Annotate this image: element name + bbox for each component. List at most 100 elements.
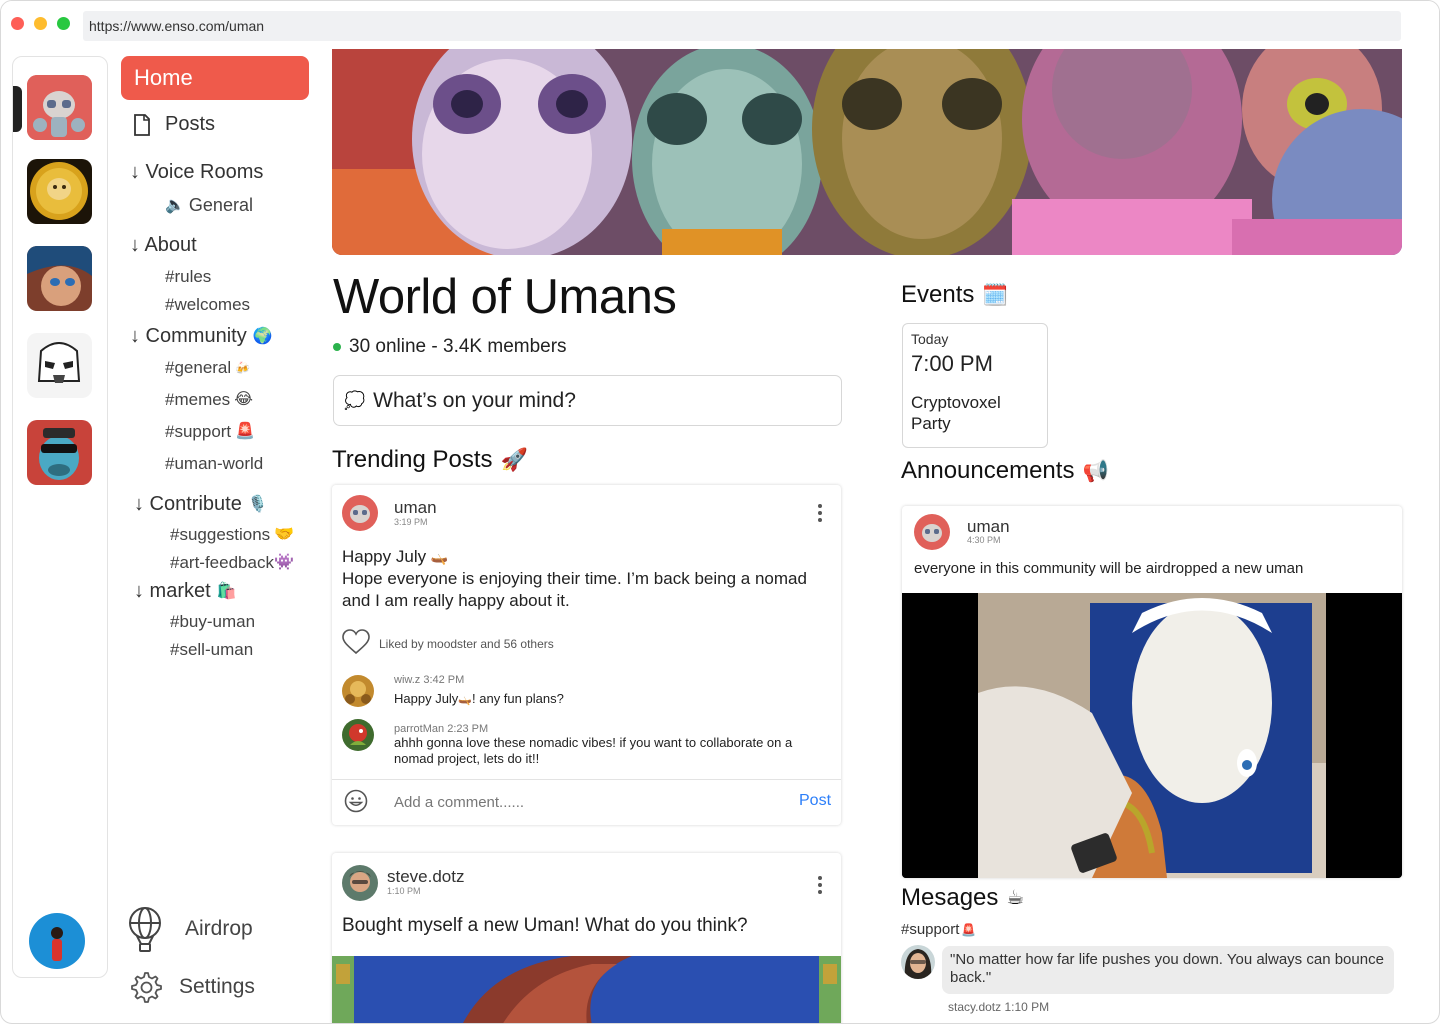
post-image[interactable]	[332, 956, 841, 1023]
uman-artwork-image	[332, 956, 841, 1023]
woman-face-icon	[901, 945, 935, 979]
post-author-avatar[interactable]	[342, 495, 378, 531]
doge-coin-icon	[27, 159, 92, 224]
message-meta: stacy.dotz 1:10 PM	[948, 1000, 1049, 1014]
message-channel[interactable]: #support 🚨	[901, 921, 976, 938]
comment-text-part-a: Happy July	[394, 691, 459, 706]
post-composer[interactable]: 💭 What’s on your mind?	[333, 375, 842, 426]
globe-icon: 🌍	[252, 327, 273, 345]
channel-sell-uman[interactable]: #sell-uman	[170, 640, 253, 660]
url-bar[interactable]: https://www.enso.com/uman	[83, 11, 1401, 41]
painting-video-frame	[902, 593, 1402, 878]
announcement-author-name[interactable]: uman	[967, 517, 1010, 537]
robot-face-icon	[342, 495, 378, 531]
nav-home[interactable]: Home	[121, 56, 309, 100]
nav-posts-label: Posts	[165, 113, 216, 135]
comment-input[interactable]: Add a comment......	[394, 794, 524, 811]
robot-face-icon	[914, 514, 950, 550]
nav-voice-rooms[interactable]: ↓ Voice Rooms	[130, 161, 263, 184]
online-status-text: 30 online - 3.4K members	[349, 336, 567, 357]
commenter-avatar[interactable]	[342, 719, 374, 751]
post-comment-button[interactable]: Post	[799, 792, 831, 810]
channel-buy-uman[interactable]: #buy-uman	[170, 612, 255, 632]
gear-icon	[131, 972, 162, 1003]
trending-post-card: steve.dotz 1:10 PM Bought myself a new U…	[332, 853, 841, 1023]
rocket-icon: 🚀	[500, 447, 528, 472]
channel-suggestions[interactable]: #suggestions 🤝	[170, 525, 294, 545]
person-face-icon	[342, 865, 378, 901]
space-invader-icon: 👾	[273, 554, 294, 571]
event-time: 7:00 PM	[911, 351, 993, 376]
kebab-dot-icon	[818, 876, 822, 880]
channel-suggestions-label: #suggestions	[170, 525, 271, 544]
post-author-avatar[interactable]	[342, 865, 378, 901]
post-menu-button[interactable]	[817, 504, 823, 522]
hot-air-balloon-icon	[129, 907, 161, 952]
server-anime[interactable]	[27, 246, 92, 311]
channel-rules[interactable]: #rules	[165, 267, 211, 287]
channel-support[interactable]: #support 🚨	[165, 422, 255, 442]
nav-voice-general-label: General	[188, 195, 253, 215]
browser-chrome: https://www.enso.com/uman	[1, 1, 1439, 49]
message-author-avatar[interactable]	[901, 945, 935, 979]
channel-memes-label: #memes	[165, 390, 231, 409]
nav-contribute[interactable]: ↓ Contribute 🎙️	[134, 493, 268, 516]
emoji-picker-icon[interactable]	[344, 789, 368, 813]
nav-community[interactable]: ↓ Community 🌍	[130, 325, 273, 348]
event-card[interactable]: Today 7:00 PM Cryptovoxel Party	[902, 323, 1048, 448]
announcement-card: uman 4:30 PM everyone in this community …	[902, 506, 1402, 878]
message-author[interactable]: stacy.dotz	[948, 1000, 1001, 1014]
nav-posts[interactable]: Posts	[133, 113, 215, 136]
post-composer-placeholder: What’s on your mind?	[373, 389, 576, 412]
nav-airdrop[interactable]: Airdrop	[127, 906, 253, 952]
nav-market[interactable]: ↓ market 🛍️	[134, 580, 237, 603]
server-doge[interactable]	[27, 159, 92, 224]
channel-memes[interactable]: #memes 😂	[165, 390, 253, 410]
comment-time: 3:42 PM	[423, 674, 465, 686]
trending-heading-label: Trending Posts	[332, 446, 493, 473]
kebab-dot-icon	[818, 883, 822, 887]
server-trooper[interactable]	[27, 333, 92, 398]
nav-settings[interactable]: Settings	[128, 970, 255, 1004]
post-body-text: Hope everyone is enjoying their time. I’…	[342, 569, 807, 610]
channel-uman-world[interactable]: #uman-world	[165, 454, 263, 474]
commenter-avatar[interactable]	[342, 675, 374, 707]
comment-user[interactable]: parrotMan	[394, 723, 444, 735]
commenter-face-icon	[342, 675, 374, 707]
announcement-author-avatar[interactable]	[914, 514, 950, 550]
comment-meta: parrotMan 2:23 PM	[394, 723, 488, 735]
post-body: Bought myself a new Uman! What do you th…	[342, 915, 748, 936]
coffee-icon: ☕	[1006, 887, 1025, 909]
community-banner	[332, 49, 1402, 255]
post-author-name[interactable]: uman	[394, 498, 437, 518]
banner-artwork	[332, 49, 1402, 255]
siren-icon: 🚨	[235, 423, 256, 440]
close-window-button[interactable]	[11, 17, 24, 30]
post-likes[interactable]: Liked by moodster and 56 others	[379, 637, 554, 651]
post-menu-button[interactable]	[817, 876, 823, 894]
comment-user[interactable]: wiw.z	[394, 674, 420, 686]
announcement-text: everyone in this community will be airdr…	[914, 560, 1304, 577]
minimize-window-button[interactable]	[34, 17, 47, 30]
post-author-name[interactable]: steve.dotz	[387, 867, 465, 887]
server-ape[interactable]	[27, 420, 92, 485]
like-heart-icon[interactable]	[342, 629, 370, 655]
comment-time: 2:23 PM	[447, 723, 489, 735]
maximize-window-button[interactable]	[57, 17, 70, 30]
announcement-video[interactable]	[902, 593, 1402, 878]
event-day: Today	[911, 331, 949, 347]
message-channel-label: #support	[901, 921, 960, 938]
channel-welcomes[interactable]: #welcomes	[165, 295, 250, 315]
channel-general[interactable]: #general 🍻	[165, 358, 250, 378]
canoe-icon: 🛶	[458, 694, 473, 706]
channel-sidebar: Home Posts ↓ Voice Rooms 🔈 General ↓ Abo…	[119, 56, 314, 1016]
kebab-dot-icon	[818, 504, 822, 508]
server-uman[interactable]	[27, 75, 92, 140]
laughing-face-icon: 😂	[234, 391, 253, 408]
user-profile-avatar[interactable]	[29, 913, 85, 969]
nav-airdrop-label: Airdrop	[185, 917, 253, 940]
nav-about[interactable]: ↓ About	[130, 234, 197, 257]
nav-voice-general[interactable]: 🔈 General	[165, 195, 253, 216]
channel-art-feedback[interactable]: #art-feedback 👾	[170, 553, 294, 573]
thought-bubble-icon: 💭	[344, 391, 366, 410]
